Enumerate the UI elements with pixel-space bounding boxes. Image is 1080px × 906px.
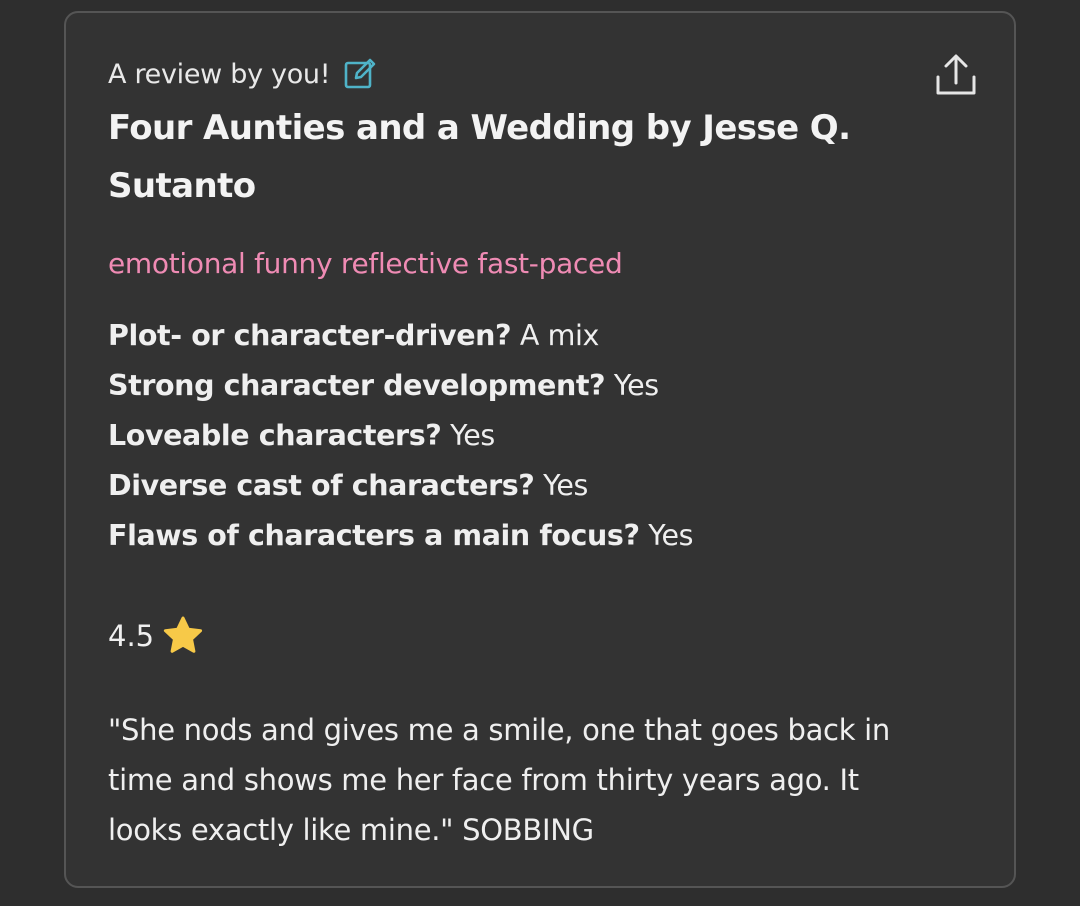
review-byline: A review by you! bbox=[108, 57, 377, 91]
review-card: A review by you! Four Aunties and a Wedd… bbox=[64, 11, 1016, 888]
question-row: Diverse cast of characters? Yes bbox=[108, 461, 693, 511]
question-row: Flaws of characters a main focus? Yes bbox=[108, 511, 693, 561]
question-label: Strong character development? bbox=[108, 369, 606, 402]
question-label: Diverse cast of characters? bbox=[108, 469, 535, 502]
book-title[interactable]: Four Aunties and a Wedding by Jesse Q. S… bbox=[108, 99, 928, 215]
star-icon bbox=[162, 615, 204, 657]
question-row: Loveable characters? Yes bbox=[108, 411, 693, 461]
review-byline-text: A review by you! bbox=[108, 58, 331, 90]
edit-icon[interactable] bbox=[343, 57, 377, 91]
question-label: Loveable characters? bbox=[108, 419, 442, 452]
share-upload-icon[interactable] bbox=[934, 53, 978, 99]
answer-value: Yes bbox=[648, 519, 694, 552]
question-row: Strong character development? Yes bbox=[108, 361, 693, 411]
answer-value: Yes bbox=[613, 369, 659, 402]
rating-value: 4.5 bbox=[108, 619, 155, 653]
star-rating: 4.5 bbox=[108, 614, 204, 658]
question-label: Plot- or character-driven? bbox=[108, 319, 512, 352]
question-row: Plot- or character-driven? A mix bbox=[108, 311, 693, 361]
answer-value: Yes bbox=[543, 469, 588, 502]
review-text: "She nods and gives me a smile, one that… bbox=[108, 713, 890, 847]
answer-value: Yes bbox=[450, 419, 495, 452]
answer-value: A mix bbox=[519, 319, 600, 352]
character-questions: Plot- or character-driven? A mix Strong … bbox=[108, 311, 693, 561]
question-label: Flaws of characters a main focus? bbox=[108, 519, 640, 552]
mood-tags: emotional funny reflective fast-paced bbox=[108, 247, 623, 280]
